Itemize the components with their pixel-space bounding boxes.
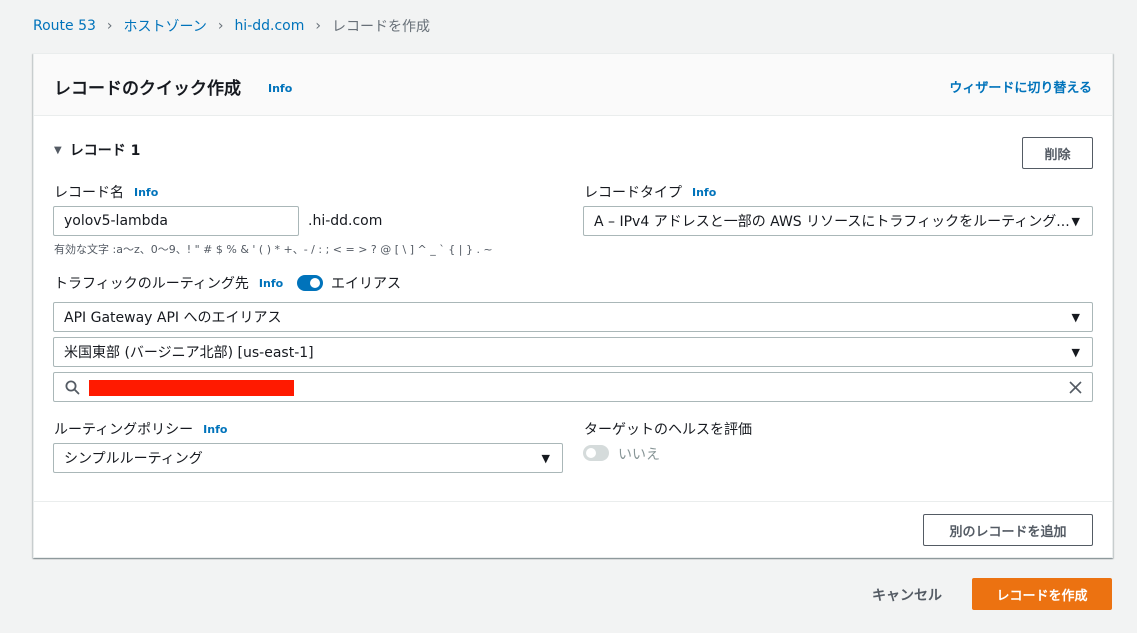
record-name-input[interactable]: yolov5-lambda	[53, 206, 299, 236]
cancel-button[interactable]: キャンセル	[872, 585, 942, 605]
toggle-knob	[586, 448, 596, 458]
region-select[interactable]: 米国東部 (バージニア北部) [us-east-1] ▼	[53, 337, 1093, 367]
dropdown-arrow-icon: ▼	[1071, 214, 1080, 228]
add-another-record-button[interactable]: 別のレコードを追加	[923, 514, 1093, 546]
routing-policy-info-link[interactable]: Info	[203, 423, 227, 436]
evaluate-health-value: いいえ	[618, 447, 660, 463]
breadcrumb-route53[interactable]: Route 53	[33, 18, 96, 34]
toggle-knob	[310, 278, 320, 288]
record-name-info-link[interactable]: Info	[134, 186, 158, 199]
endpoint-select[interactable]: API Gateway API へのエイリアス ▼	[53, 302, 1093, 332]
domain-suffix: .hi-dd.com	[308, 213, 383, 229]
redacted-value	[89, 380, 294, 396]
breadcrumb: Route 53 › ホストゾーン › hi-dd.com › レコードを作成	[33, 16, 430, 36]
evaluate-health-toggle[interactable]	[583, 445, 609, 461]
page-title: レコードのクイック作成	[54, 79, 241, 99]
alias-toggle[interactable]	[297, 275, 323, 291]
close-icon[interactable]	[1069, 381, 1082, 394]
route-traffic-label: トラフィックのルーティング先 Info	[54, 273, 283, 293]
chevron-right-icon: ›	[106, 18, 113, 34]
panel-header: レコードのクイック作成 Info ウィザードに切り替える	[34, 54, 1112, 116]
alias-label: エイリアス	[331, 276, 401, 292]
record-1-label: レコード 1	[69, 143, 141, 159]
dropdown-arrow-icon: ▼	[541, 451, 550, 465]
search-icon	[65, 380, 80, 395]
endpoint-value: API Gateway API へのエイリアス	[64, 310, 282, 326]
routing-policy-value: シンプルルーティング	[64, 451, 203, 467]
record-1-toggle[interactable]: ▼ レコード 1	[54, 140, 140, 160]
routing-policy-label-text: ルーティングポリシー	[54, 422, 194, 438]
create-records-button[interactable]: レコードを作成	[972, 578, 1112, 610]
record-type-info-link[interactable]: Info	[692, 186, 716, 199]
chevron-right-icon: ›	[217, 18, 224, 34]
record-type-label: レコードタイプ Info	[584, 182, 716, 202]
record-type-select[interactable]: A – IPv4 アドレスと一部の AWS リソースにトラフィックをルーティング…	[583, 206, 1093, 236]
chevron-right-icon: ›	[315, 18, 321, 34]
delete-button[interactable]: 削除	[1022, 137, 1093, 169]
valid-chars-hint: 有効な文字 :a〜z、0〜9、! " # $ % & ' ( ) * +、- /…	[54, 243, 493, 256]
panel-divider	[34, 501, 1112, 502]
routing-policy-label: ルーティングポリシー Info	[54, 419, 227, 439]
breadcrumb-hosted-zones[interactable]: ホストゾーン	[124, 16, 207, 36]
route-traffic-label-text: トラフィックのルーティング先	[54, 276, 249, 292]
route-traffic-info-link[interactable]: Info	[259, 277, 283, 290]
routing-policy-select[interactable]: シンプルルーティング ▼	[53, 443, 563, 473]
quick-create-panel: レコードのクイック作成 Info ウィザードに切り替える ▼ レコード 1 削除…	[33, 53, 1113, 558]
record-type-value: A – IPv4 アドレスと一部の AWS リソースにトラフィックをルーティング…	[594, 214, 1070, 230]
switch-to-wizard-link[interactable]: ウィザードに切り替える	[949, 77, 1092, 96]
dropdown-arrow-icon: ▼	[1071, 345, 1080, 359]
endpoint-search-input[interactable]	[53, 372, 1093, 402]
title-info-link[interactable]: Info	[268, 82, 292, 95]
record-name-label: レコード名 Info	[54, 182, 158, 202]
caret-down-icon: ▼	[54, 144, 62, 156]
region-value: 米国東部 (バージニア北部) [us-east-1]	[64, 345, 314, 361]
breadcrumb-zone[interactable]: hi-dd.com	[234, 18, 304, 34]
record-name-label-text: レコード名	[54, 185, 124, 201]
dropdown-arrow-icon: ▼	[1071, 310, 1080, 324]
record-type-label-text: レコードタイプ	[584, 185, 682, 201]
evaluate-health-label: ターゲットのヘルスを評価	[584, 422, 752, 438]
breadcrumb-current: レコードを作成	[332, 19, 430, 35]
